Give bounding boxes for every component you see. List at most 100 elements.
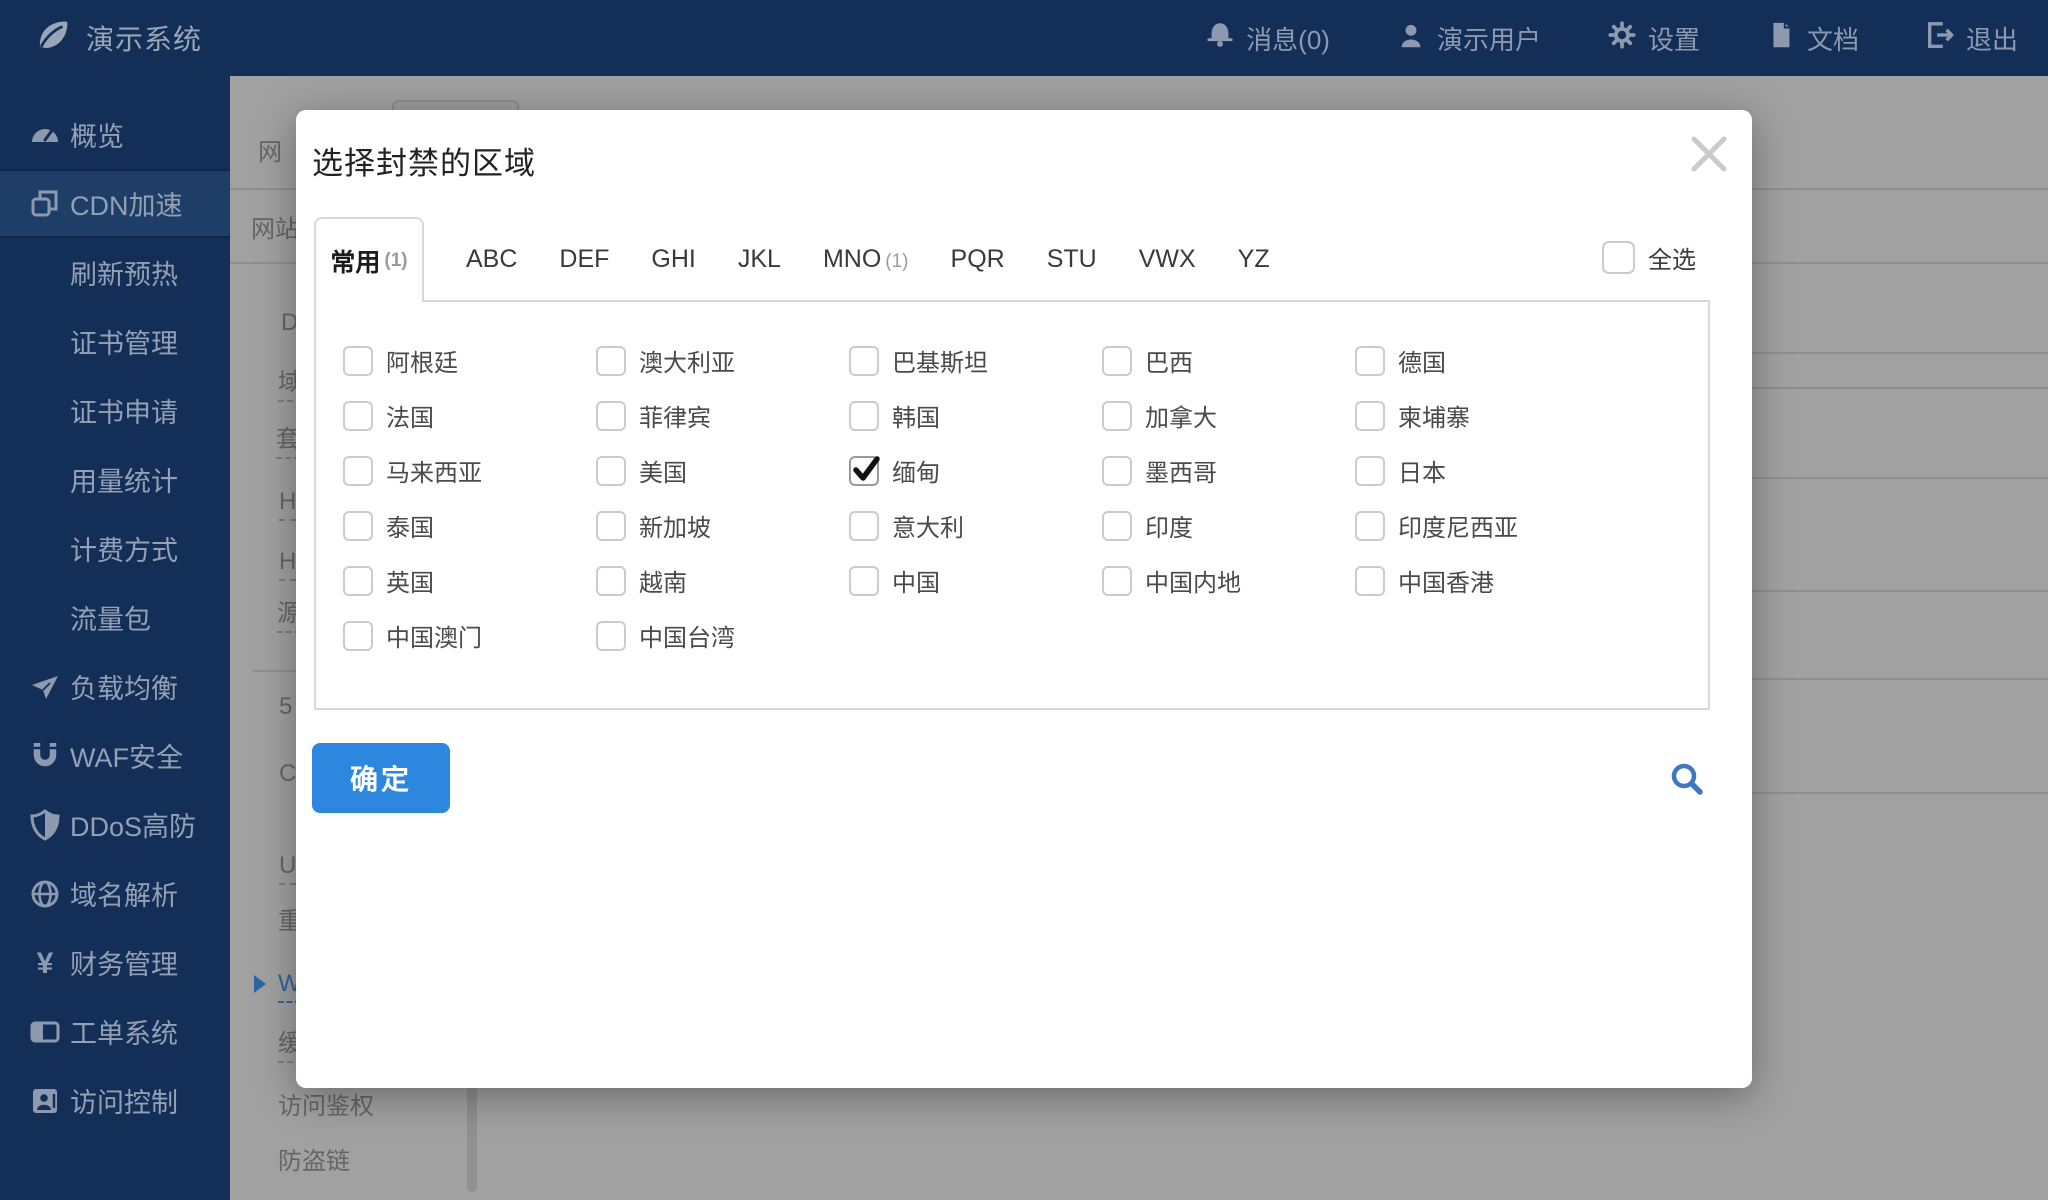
close-icon[interactable]: [1686, 131, 1732, 177]
sidebar-item-工单系统[interactable]: 工单系统: [0, 997, 230, 1066]
checkbox[interactable]: [343, 401, 373, 431]
region-checkbox-中国内地[interactable]: 中国内地: [1102, 553, 1355, 608]
magnet-icon: [28, 740, 62, 772]
region-checkbox-巴基斯坦[interactable]: 巴基斯坦: [849, 333, 1102, 388]
sidebar-item-概览[interactable]: 概览: [0, 100, 230, 169]
tab-YZ[interactable]: YZ: [1238, 245, 1270, 274]
checkbox[interactable]: [849, 511, 879, 541]
region-checkbox-中国香港[interactable]: 中国香港: [1355, 553, 1608, 608]
sidebar-item-刷新预热[interactable]: 刷新预热: [0, 238, 230, 307]
sidebar-item-域名解析[interactable]: 域名解析: [0, 859, 230, 928]
sidebar-item-DDoS高防[interactable]: DDoS高防: [0, 790, 230, 859]
checkbox[interactable]: [596, 456, 626, 486]
region-checkbox-巴西[interactable]: 巴西: [1102, 333, 1355, 388]
region-checkbox-越南[interactable]: 越南: [596, 553, 849, 608]
sidebar-item-访问控制[interactable]: 访问控制: [0, 1066, 230, 1135]
topbar-item-label: 设置: [1648, 20, 1700, 57]
region-checkbox-法国[interactable]: 法国: [343, 388, 596, 443]
checkbox[interactable]: [1355, 346, 1385, 376]
region-checkbox-德国[interactable]: 德国: [1355, 333, 1608, 388]
select-all-box[interactable]: [1602, 241, 1635, 274]
tab-JKL[interactable]: JKL: [738, 245, 781, 274]
checkbox[interactable]: [849, 401, 879, 431]
topbar-item-gear[interactable]: 设置: [1607, 20, 1700, 57]
region-checkbox-中国台湾[interactable]: 中国台湾: [596, 608, 849, 663]
region-checkbox-中国澳门[interactable]: 中国澳门: [343, 608, 596, 663]
checkbox[interactable]: [1102, 346, 1132, 376]
tab-STU[interactable]: STU: [1047, 245, 1097, 274]
region-checkbox-泰国[interactable]: 泰国: [343, 498, 596, 553]
checkbox[interactable]: [849, 346, 879, 376]
region-checkbox-中国[interactable]: 中国: [849, 553, 1102, 608]
checkbox[interactable]: [1355, 401, 1385, 431]
region-checkbox-阿根廷[interactable]: 阿根廷: [343, 333, 596, 388]
region-checkbox-墨西哥[interactable]: 墨西哥: [1102, 443, 1355, 498]
sidebar-item-CDN加速[interactable]: CDN加速: [0, 169, 230, 238]
topbar-item-document[interactable]: 文档: [1766, 20, 1859, 57]
sidebar-item-流量包[interactable]: 流量包: [0, 583, 230, 652]
checkbox[interactable]: [596, 566, 626, 596]
region-checkbox-新加坡[interactable]: 新加坡: [596, 498, 849, 553]
region-checkbox-印度尼西亚[interactable]: 印度尼西亚: [1355, 498, 1608, 553]
select-all-checkbox[interactable]: 全选: [1602, 240, 1696, 275]
tab-ABC[interactable]: ABC: [466, 245, 517, 274]
tab-GHI[interactable]: GHI: [651, 245, 695, 274]
search-icon[interactable]: [1668, 760, 1708, 800]
tab-PQR[interactable]: PQR: [951, 245, 1005, 274]
region-checkbox-马来西亚[interactable]: 马来西亚: [343, 443, 596, 498]
topbar-item-bell[interactable]: 消息(0): [1205, 20, 1330, 57]
confirm-button[interactable]: 确定: [312, 743, 450, 813]
sidebar-item-证书申请[interactable]: 证书申请: [0, 376, 230, 445]
region-checkbox-菲律宾[interactable]: 菲律宾: [596, 388, 849, 443]
checkbox[interactable]: [596, 621, 626, 651]
checkbox[interactable]: [343, 511, 373, 541]
tab-VWX[interactable]: VWX: [1139, 245, 1196, 274]
region-checkbox-韩国[interactable]: 韩国: [849, 388, 1102, 443]
topbar-item-label: 消息(0): [1246, 20, 1330, 57]
checkbox[interactable]: [849, 566, 879, 596]
sidebar-item-label: 用量统计: [70, 460, 178, 499]
checkbox[interactable]: [1355, 511, 1385, 541]
region-checkbox-英国[interactable]: 英国: [343, 553, 596, 608]
checkbox-checked[interactable]: [849, 456, 879, 486]
backdrop-scrollbar[interactable]: [467, 1086, 477, 1192]
sidebar-item-label: 域名解析: [70, 874, 178, 913]
checkbox[interactable]: [596, 346, 626, 376]
region-checkbox-缅甸[interactable]: 缅甸: [849, 443, 1102, 498]
topbar-item-label: 退出: [1966, 20, 2018, 57]
region-checkbox-澳大利亚[interactable]: 澳大利亚: [596, 333, 849, 388]
topbar-item-user[interactable]: 演示用户: [1396, 20, 1541, 57]
backdrop-menu-fragment: U: [279, 851, 296, 881]
region-checkbox-美国[interactable]: 美国: [596, 443, 849, 498]
checkbox[interactable]: [343, 346, 373, 376]
sidebar-item-负载均衡[interactable]: 负载均衡: [0, 652, 230, 721]
sidebar-item-计费方式[interactable]: 计费方式: [0, 514, 230, 583]
checkbox[interactable]: [1355, 456, 1385, 486]
region-checkbox-日本[interactable]: 日本: [1355, 443, 1608, 498]
checkbox[interactable]: [1102, 566, 1132, 596]
checkbox[interactable]: [1102, 401, 1132, 431]
region-label: 巴西: [1145, 343, 1193, 378]
checkbox[interactable]: [343, 456, 373, 486]
tab-常用[interactable]: 常用(1): [314, 217, 424, 302]
tab-DEF[interactable]: DEF: [559, 245, 609, 274]
region-checkbox-柬埔寨[interactable]: 柬埔寨: [1355, 388, 1608, 443]
region-checkbox-印度[interactable]: 印度: [1102, 498, 1355, 553]
backdrop-menu-fragment: C: [279, 759, 296, 789]
checkbox[interactable]: [596, 401, 626, 431]
checkbox[interactable]: [1102, 511, 1132, 541]
sidebar-item-证书管理[interactable]: 证书管理: [0, 307, 230, 376]
checkbox[interactable]: [1102, 456, 1132, 486]
checkbox[interactable]: [596, 511, 626, 541]
sidebar-item-WAF安全[interactable]: WAF安全: [0, 721, 230, 790]
checkbox[interactable]: [1355, 566, 1385, 596]
sidebar-item-财务管理[interactable]: ¥财务管理: [0, 928, 230, 997]
region-checkbox-加拿大[interactable]: 加拿大: [1102, 388, 1355, 443]
sidebar-item-用量统计[interactable]: 用量统计: [0, 445, 230, 514]
region-label: 越南: [639, 563, 687, 598]
region-checkbox-意大利[interactable]: 意大利: [849, 498, 1102, 553]
topbar-item-logout[interactable]: 退出: [1925, 20, 2018, 57]
checkbox[interactable]: [343, 566, 373, 596]
tab-MNO[interactable]: MNO(1): [823, 245, 909, 274]
checkbox[interactable]: [343, 621, 373, 651]
